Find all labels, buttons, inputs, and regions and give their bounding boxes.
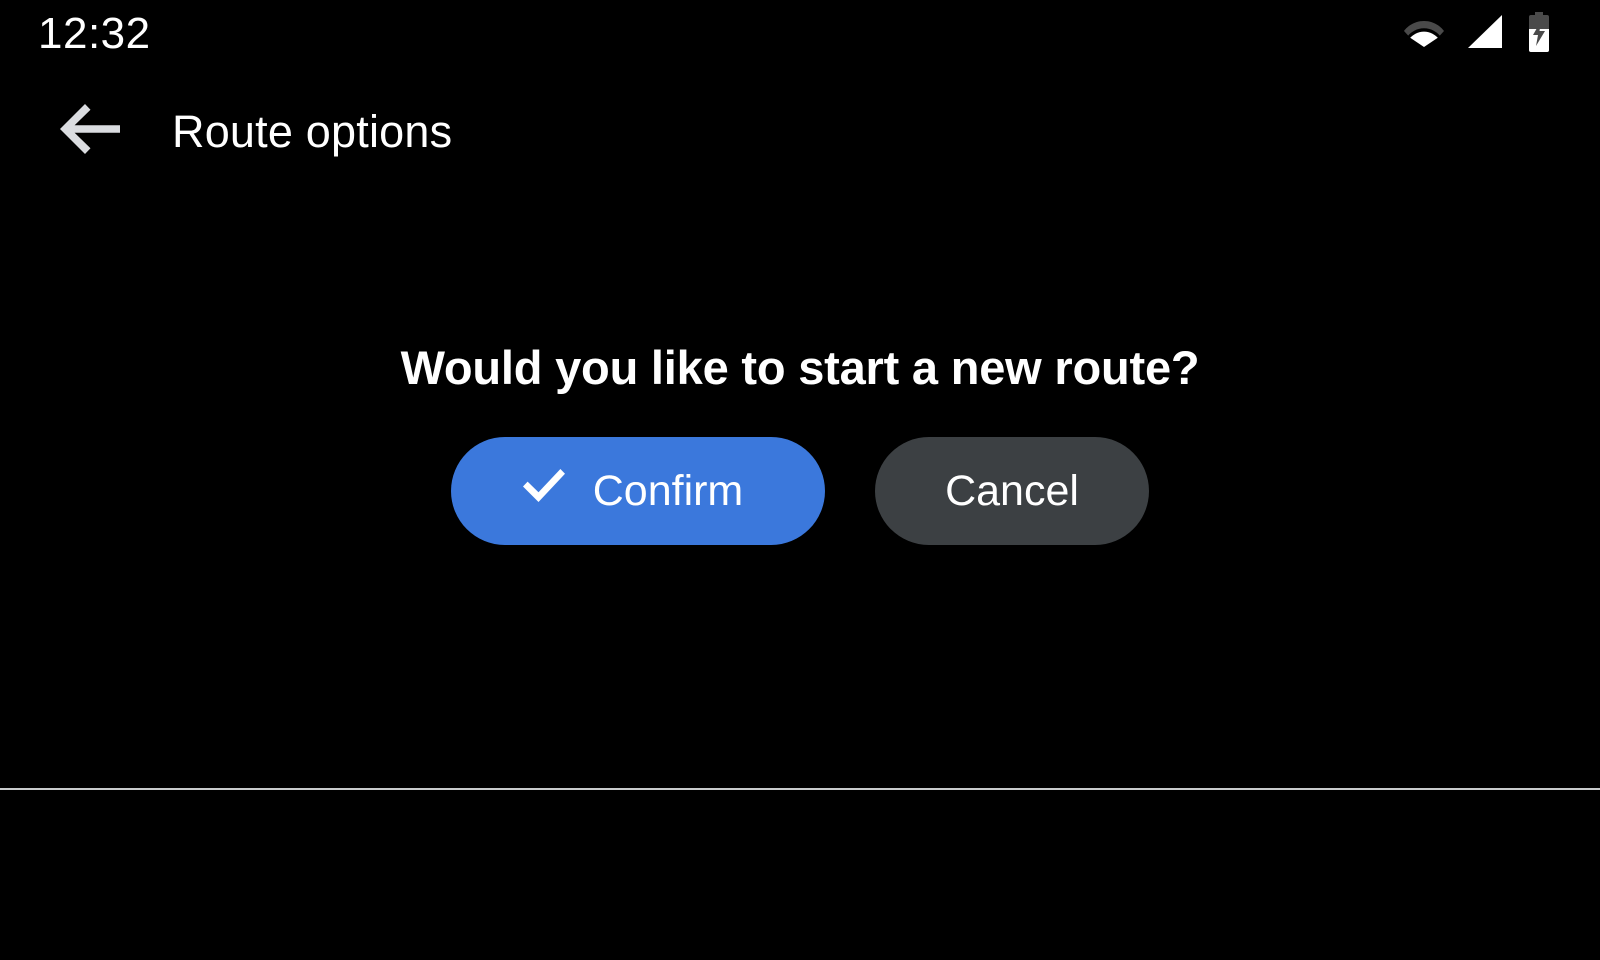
cancel-button-label: Cancel — [945, 466, 1079, 515]
dialog-message: Would you like to start a new route? — [400, 341, 1200, 394]
back-arrow-icon — [58, 103, 122, 160]
dialog-actions: Confirm Cancel — [451, 437, 1149, 545]
back-button[interactable] — [42, 86, 138, 176]
status-clock: 12:32 — [38, 9, 151, 58]
car-display-screen: 12:32 Route options Would you like to st… — [0, 0, 1600, 960]
check-icon — [521, 467, 567, 516]
page-title: Route options — [172, 105, 453, 157]
confirm-button[interactable]: Confirm — [451, 437, 825, 545]
battery-charging-icon — [1526, 11, 1552, 57]
wifi-icon — [1404, 16, 1444, 53]
status-bar: 12:32 — [0, 0, 1600, 68]
route-confirmation-dialog: Would you like to start a new route? Con… — [0, 340, 1600, 545]
app-header: Route options — [0, 86, 1600, 176]
cancel-button[interactable]: Cancel — [875, 437, 1149, 545]
bottom-navigation-bar — [0, 790, 1600, 960]
cellular-signal-icon — [1466, 14, 1504, 54]
confirm-button-label: Confirm — [592, 466, 744, 515]
status-icons — [1404, 11, 1552, 57]
